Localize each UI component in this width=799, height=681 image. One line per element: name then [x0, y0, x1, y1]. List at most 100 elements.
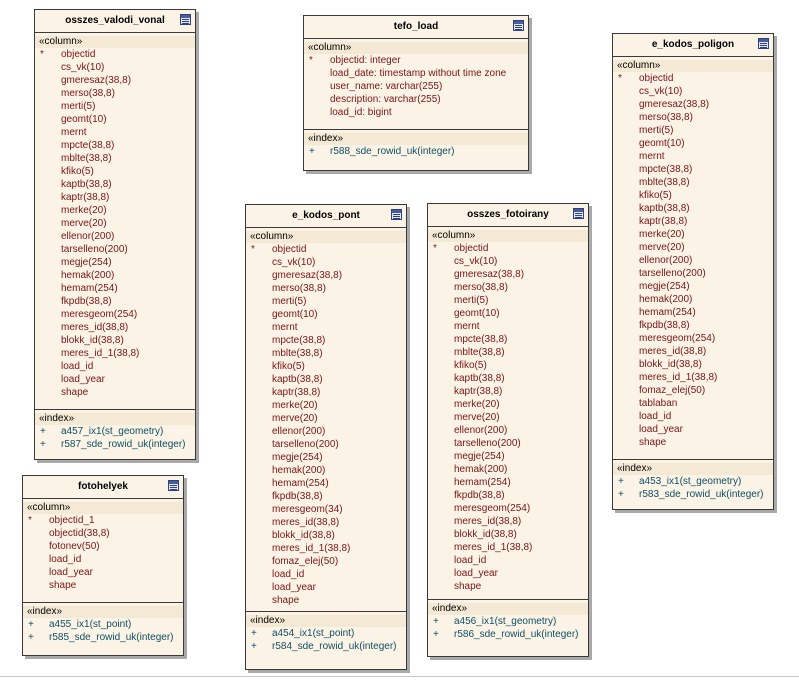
column-row[interactable]: merso(38,8) — [35, 87, 195, 100]
column-row[interactable]: merke(20) — [428, 398, 588, 411]
column-row[interactable]: * objectid: integer — [304, 54, 528, 67]
column-row[interactable]: shape — [428, 580, 588, 593]
column-row[interactable]: merve(20) — [246, 412, 406, 425]
column-row[interactable]: kaptr(38,8) — [35, 191, 195, 204]
column-row[interactable]: kaptr(38,8) — [428, 385, 588, 398]
column-row[interactable]: user_name: varchar(255) — [304, 80, 528, 93]
column-row[interactable]: gmeresaz(38,8) — [35, 74, 195, 87]
column-row[interactable]: merke(20) — [35, 204, 195, 217]
column-row[interactable]: ellenor(200) — [246, 425, 406, 438]
column-row[interactable]: fkpdb(38,8) — [35, 295, 195, 308]
column-row[interactable]: load_year — [246, 581, 406, 594]
column-row[interactable]: hemak(200) — [246, 464, 406, 477]
column-row[interactable]: geomt(10) — [246, 308, 406, 321]
column-row[interactable]: blokk_id(38,8) — [613, 358, 773, 371]
column-row[interactable]: merti(5) — [613, 124, 773, 137]
column-row[interactable]: hemak(200) — [35, 269, 195, 282]
column-row[interactable]: gmeresaz(38,8) — [246, 269, 406, 282]
column-row[interactable]: mernt — [35, 126, 195, 139]
column-row[interactable]: mernt — [428, 320, 588, 333]
column-row[interactable]: geomt(10) — [613, 137, 773, 150]
column-row[interactable]: kfiko(5) — [428, 359, 588, 372]
column-row[interactable]: kaptb(38,8) — [246, 373, 406, 386]
column-row[interactable]: gmeresaz(38,8) — [613, 98, 773, 111]
column-row[interactable]: shape — [246, 594, 406, 607]
column-row[interactable]: meres_id(38,8) — [428, 515, 588, 528]
table-e-kodos-poligon[interactable]: e_kodos_poligon «column» * objectid cs_vk(10… — [612, 33, 774, 510]
column-row[interactable]: blokk_id(38,8) — [35, 334, 195, 347]
column-row[interactable]: tablaban — [613, 397, 773, 410]
column-row[interactable]: shape — [613, 436, 773, 449]
column-row[interactable]: merso(38,8) — [613, 111, 773, 124]
column-row[interactable]: kaptb(38,8) — [428, 372, 588, 385]
column-row[interactable]: meresgeom(254) — [613, 332, 773, 345]
column-row[interactable]: meres_id(38,8) — [246, 516, 406, 529]
column-row[interactable]: mblte(38,8) — [35, 152, 195, 165]
column-row[interactable]: meres_id(38,8) — [35, 321, 195, 334]
column-row[interactable]: kaptb(38,8) — [613, 202, 773, 215]
index-row[interactable]: + r587_sde_rowid_uk(integer) — [35, 438, 195, 451]
column-row[interactable]: mblte(38,8) — [246, 347, 406, 360]
column-row[interactable]: load_date: timestamp without time zone — [304, 67, 528, 80]
column-row[interactable]: merso(38,8) — [428, 281, 588, 294]
table-e-kodos-pont[interactable]: e_kodos_pont «column» * objectid cs_vk(10) gm… — [245, 204, 407, 670]
index-row[interactable]: + a453_ix1(st_geometry) — [613, 475, 773, 488]
column-row[interactable]: fkpdb(38,8) — [613, 319, 773, 332]
column-row[interactable]: merso(38,8) — [246, 282, 406, 295]
column-row[interactable]: load_year — [23, 566, 183, 579]
column-row[interactable]: merti(5) — [246, 295, 406, 308]
column-row[interactable]: kaptb(38,8) — [35, 178, 195, 191]
column-row[interactable]: ellenor(200) — [613, 254, 773, 267]
column-row[interactable]: kaptr(38,8) — [246, 386, 406, 399]
column-row[interactable]: load_id — [428, 554, 588, 567]
column-row[interactable]: geomt(10) — [428, 307, 588, 320]
column-row[interactable]: meres_id_1(38,8) — [246, 542, 406, 555]
column-row[interactable]: tarselleno(200) — [613, 267, 773, 280]
column-row[interactable]: geomt(10) — [35, 113, 195, 126]
column-row[interactable]: mpcte(38,8) — [428, 333, 588, 346]
column-row[interactable]: shape — [35, 386, 195, 399]
column-row[interactable]: description: varchar(255) — [304, 93, 528, 106]
index-row[interactable]: + r588_sde_rowid_uk(integer) — [304, 145, 528, 158]
column-row[interactable]: * objectid — [613, 72, 773, 85]
column-row[interactable]: cs_vk(10) — [428, 255, 588, 268]
column-row[interactable]: hemam(254) — [613, 306, 773, 319]
column-row[interactable]: mblte(38,8) — [428, 346, 588, 359]
column-row[interactable]: hemam(254) — [246, 477, 406, 490]
column-row[interactable]: load_id — [23, 553, 183, 566]
column-row[interactable]: * objectid — [246, 243, 406, 256]
column-row[interactable]: merve(20) — [35, 217, 195, 230]
column-row[interactable]: load_id: bigint — [304, 106, 528, 119]
column-row[interactable]: * objectid_1 — [23, 514, 183, 527]
column-row[interactable]: fotonev(50) — [23, 540, 183, 553]
column-row[interactable]: kfiko(5) — [613, 189, 773, 202]
column-row[interactable]: meres_id(38,8) — [613, 345, 773, 358]
column-row[interactable]: merke(20) — [246, 399, 406, 412]
column-row[interactable]: fkpdb(38,8) — [246, 490, 406, 503]
column-row[interactable]: megje(254) — [613, 280, 773, 293]
column-row[interactable]: megje(254) — [246, 451, 406, 464]
column-row[interactable]: objectid(38,8) — [23, 527, 183, 540]
column-row[interactable]: * objectid — [428, 242, 588, 255]
column-row[interactable]: fkpdb(38,8) — [428, 489, 588, 502]
column-row[interactable]: ellenor(200) — [35, 230, 195, 243]
column-row[interactable]: hemak(200) — [428, 463, 588, 476]
column-row[interactable]: ellenor(200) — [428, 424, 588, 437]
column-row[interactable]: * objectid — [35, 48, 195, 61]
column-row[interactable]: megje(254) — [35, 256, 195, 269]
column-row[interactable]: merve(20) — [613, 241, 773, 254]
index-row[interactable]: + a457_ix1(st_geometry) — [35, 425, 195, 438]
column-row[interactable]: cs_vk(10) — [613, 85, 773, 98]
index-row[interactable]: + r584_sde_rowid_uk(integer) — [246, 640, 406, 653]
column-row[interactable]: gmeresaz(38,8) — [428, 268, 588, 281]
column-row[interactable]: merve(20) — [428, 411, 588, 424]
table-fotohelyek[interactable]: fotohelyek «column» * objectid_1 objectid(38… — [22, 475, 184, 656]
column-row[interactable]: hemam(254) — [428, 476, 588, 489]
column-row[interactable]: kfiko(5) — [35, 165, 195, 178]
index-row[interactable]: + r586_sde_rowid_uk(integer) — [428, 628, 588, 641]
column-row[interactable]: tarselleno(200) — [428, 437, 588, 450]
column-row[interactable]: kaptr(38,8) — [613, 215, 773, 228]
column-row[interactable]: meres_id_1(38,8) — [35, 347, 195, 360]
column-row[interactable]: meresgeom(34) — [246, 503, 406, 516]
column-row[interactable]: load_year — [613, 423, 773, 436]
